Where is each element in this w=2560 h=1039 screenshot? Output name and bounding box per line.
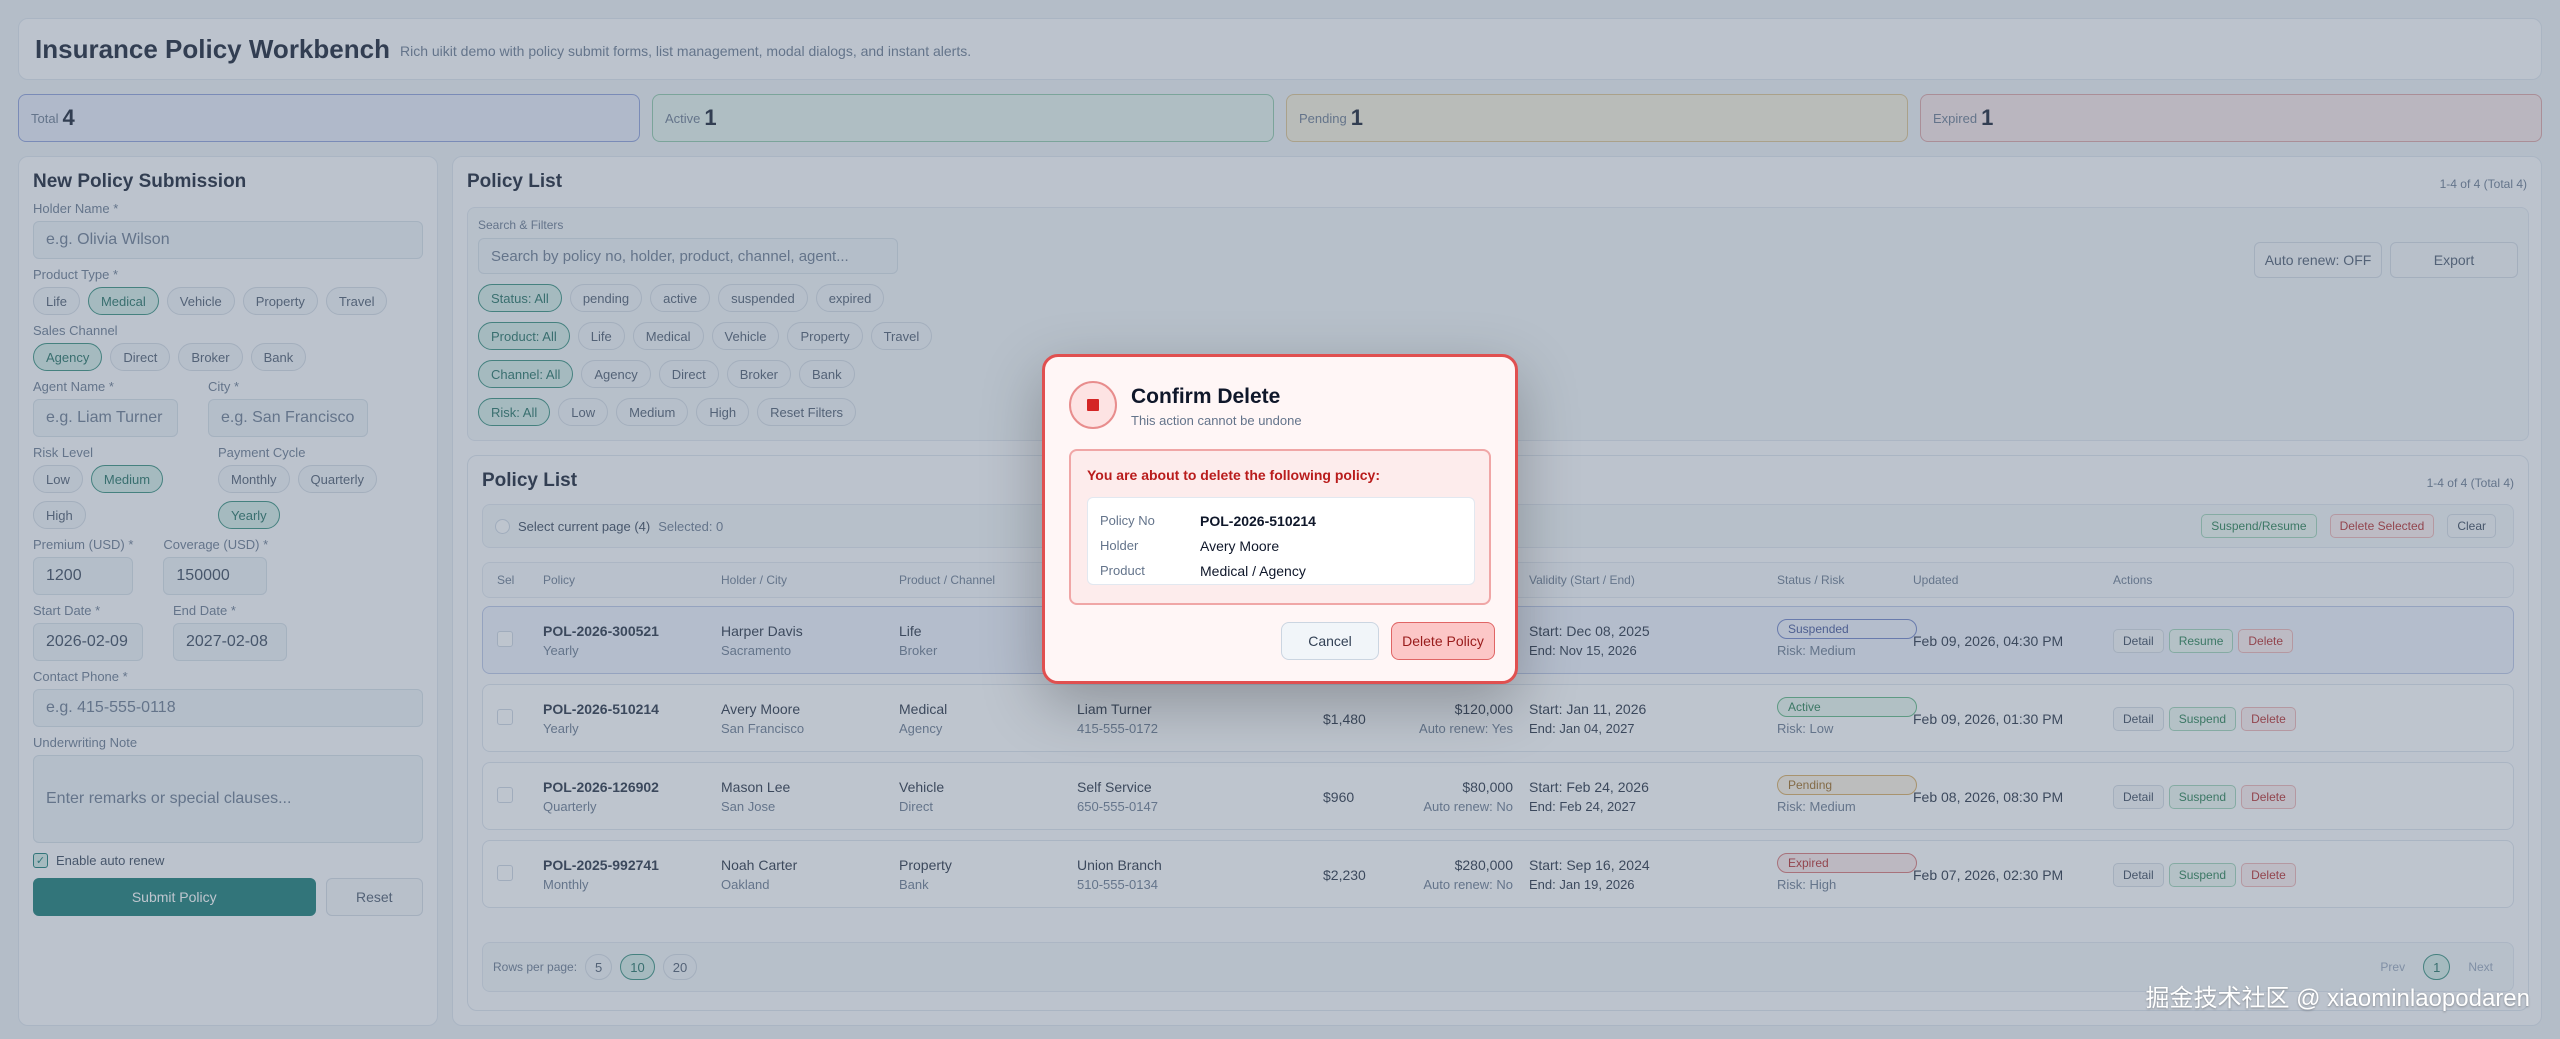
modal-title: Confirm Delete	[1131, 385, 1281, 408]
product-label: Product	[1100, 563, 1145, 578]
policy-no-label: Policy No	[1100, 513, 1155, 528]
policy-no-value: POL-2026-510214	[1200, 512, 1316, 529]
holder-value: Avery Moore	[1200, 537, 1280, 554]
holder-label: Holder	[1100, 538, 1139, 553]
delete-warning-box: You are about to delete the following po…	[1069, 449, 1491, 605]
stop-icon	[1069, 381, 1117, 429]
confirm-delete-modal: Confirm Delete This action cannot be und…	[1042, 354, 1518, 684]
delete-policy-button[interactable]: Delete Policy	[1391, 622, 1495, 660]
watermark: 掘金技术社区 @ xiaominlaopodaren	[2145, 985, 2530, 1012]
cancel-button[interactable]: Cancel	[1281, 622, 1379, 660]
delete-warning-text: You are about to delete the following po…	[1087, 467, 1380, 483]
modal-subtitle: This action cannot be undone	[1131, 413, 1302, 428]
product-value: Medical / Agency	[1200, 562, 1306, 579]
policy-summary: Policy No POL-2026-510214 Holder Avery Moo…	[1087, 497, 1475, 585]
